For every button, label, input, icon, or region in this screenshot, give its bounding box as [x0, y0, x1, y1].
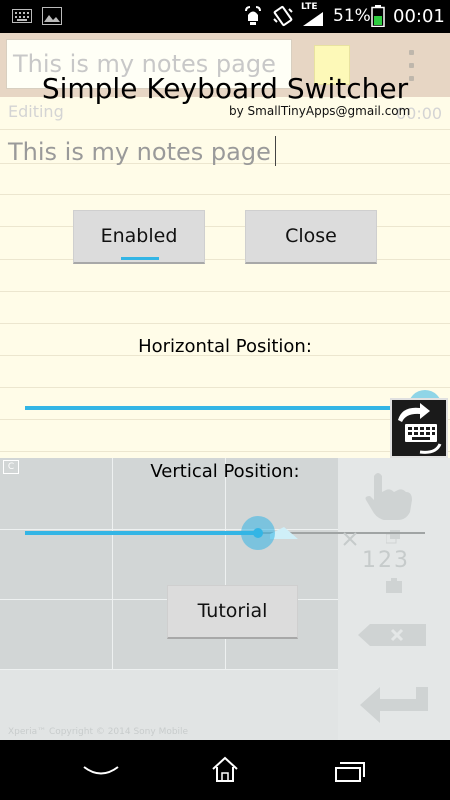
overlay-title: Simple Keyboard Switcher: [41, 72, 409, 105]
vertical-position-thumb[interactable]: [241, 516, 275, 550]
keyboard-icon: [12, 9, 32, 23]
clear-x-icon: [343, 532, 357, 546]
text-caret: [275, 136, 276, 166]
clipboard-icon: [386, 578, 402, 593]
signal-icon: [303, 12, 323, 26]
vertical-position-label: Vertical Position:: [150, 461, 300, 482]
note-body-text[interactable]: This is my notes page: [8, 138, 271, 166]
recent-apps-icon[interactable]: [334, 761, 366, 783]
hide-keyboard-icon[interactable]: [82, 764, 120, 778]
enter-key-icon[interactable]: [358, 685, 430, 725]
horizontal-position-label: Horizontal Position:: [138, 336, 312, 357]
vertical-position-track-filled: [25, 531, 258, 535]
navigation-bar: [0, 740, 450, 800]
close-button[interactable]: Close: [245, 210, 377, 264]
image-icon: [42, 7, 62, 25]
vibrate-icon: [273, 5, 293, 27]
status-bar: LTE 51% 00:01: [0, 0, 450, 33]
keyboard-switch-icon: [398, 403, 442, 454]
battery-icon: [371, 5, 385, 27]
enabled-indicator: [121, 257, 159, 260]
overlay-byline: by SmallTinyApps@gmail.com: [229, 104, 411, 118]
clock: 00:01: [393, 6, 445, 27]
numbers-key[interactable]: 123: [362, 548, 410, 573]
battery-percent: 51%: [333, 6, 371, 26]
backspace-icon[interactable]: [356, 622, 428, 648]
horizontal-position-track: [25, 406, 425, 410]
keyboard-footer-text: Xperia™ Copyright © 2014 Sony Mobile: [8, 727, 189, 737]
tutorial-button[interactable]: Tutorial: [167, 585, 298, 639]
keyboard-switcher-floating-button[interactable]: [390, 398, 448, 458]
enabled-button[interactable]: Enabled: [73, 210, 205, 264]
alarm-icon: [245, 6, 261, 25]
home-icon[interactable]: [210, 755, 240, 783]
